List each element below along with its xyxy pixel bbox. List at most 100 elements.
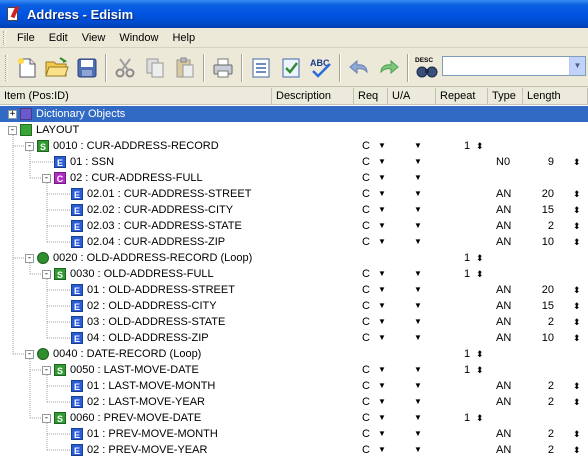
tree-item[interactable]: E 02 : LAST-MOVE-YEAR — [71, 394, 205, 410]
column-header-type[interactable]: Type — [488, 88, 523, 105]
req-dropdown-arrow-icon[interactable]: ▼ — [378, 202, 386, 218]
req-select-value[interactable]: C — [362, 170, 370, 186]
tree-item[interactable]: E 02 : PREV-MOVE-YEAR — [71, 442, 207, 458]
req-dropdown-arrow-icon[interactable]: ▼ — [378, 298, 386, 314]
table-row[interactable]: E 01 : LAST-MOVE-MONTH C ▼ ▼ AN 2 ⬍ — [0, 378, 588, 394]
req-dropdown-arrow-icon[interactable]: ▼ — [378, 266, 386, 282]
tree-item[interactable]: + Dictionary Objects — [8, 106, 125, 122]
menu-view[interactable]: View — [75, 30, 113, 46]
length-spinner-icon[interactable]: ⬍ — [573, 442, 581, 458]
table-row[interactable]: E 02 : OLD-ADDRESS-CITY C ▼ ▼ AN 15 ⬍ — [0, 298, 588, 314]
collapse-icon[interactable]: - — [25, 253, 34, 263]
ua-dropdown-arrow-icon[interactable]: ▼ — [414, 202, 422, 218]
tree-item[interactable]: E 02.02 : CUR-ADDRESS-CITY — [71, 202, 233, 218]
ua-dropdown-arrow-icon[interactable]: ▼ — [414, 362, 422, 378]
ua-dropdown-arrow-icon[interactable]: ▼ — [414, 138, 422, 154]
ua-dropdown-arrow-icon[interactable]: ▼ — [414, 330, 422, 346]
req-dropdown-arrow-icon[interactable]: ▼ — [378, 218, 386, 234]
req-dropdown-arrow-icon[interactable]: ▼ — [378, 410, 386, 426]
req-select-value[interactable]: C — [362, 266, 370, 282]
req-select-value[interactable]: C — [362, 314, 370, 330]
req-select-value[interactable]: C — [362, 202, 370, 218]
table-row[interactable]: E 02 : LAST-MOVE-YEAR C ▼ ▼ AN 2 ⬍ — [0, 394, 588, 410]
repeat-spinner-icon[interactable]: ⬍ — [476, 266, 484, 282]
collapse-icon[interactable]: - — [42, 365, 51, 375]
tree-item[interactable]: E 02.01 : CUR-ADDRESS-STREET — [71, 186, 251, 202]
collapse-icon[interactable]: - — [42, 413, 51, 423]
table-row[interactable]: - S 0060 : PREV-MOVE-DATE C ▼ ▼ 1 ⬍ — [0, 410, 588, 426]
menu-edit[interactable]: Edit — [42, 30, 75, 46]
ua-dropdown-arrow-icon[interactable]: ▼ — [414, 410, 422, 426]
open-button[interactable] — [42, 52, 72, 84]
tree-item[interactable]: - S 0030 : OLD-ADDRESS-FULL — [42, 266, 214, 282]
column-header-length[interactable]: Length — [523, 88, 588, 105]
cut-button[interactable] — [110, 52, 140, 84]
repeat-spinner-icon[interactable]: ⬍ — [476, 362, 484, 378]
req-select-value[interactable]: C — [362, 298, 370, 314]
length-spinner-icon[interactable]: ⬍ — [573, 394, 581, 410]
collapse-icon[interactable]: - — [8, 125, 17, 135]
type-value[interactable]: AN — [496, 282, 511, 298]
copy-button[interactable] — [140, 52, 170, 84]
table-row[interactable]: E 01 : PREV-MOVE-MONTH C ▼ ▼ AN 2 ⬍ — [0, 426, 588, 442]
req-dropdown-arrow-icon[interactable]: ▼ — [378, 282, 386, 298]
req-select-value[interactable]: C — [362, 362, 370, 378]
tree-item[interactable]: - S 0060 : PREV-MOVE-DATE — [42, 410, 201, 426]
length-spinner-icon[interactable]: ⬍ — [573, 330, 581, 346]
ua-dropdown-arrow-icon[interactable]: ▼ — [414, 186, 422, 202]
req-dropdown-arrow-icon[interactable]: ▼ — [378, 170, 386, 186]
tree-item[interactable]: E 03 : OLD-ADDRESS-STATE — [71, 314, 225, 330]
column-header-description[interactable]: Description — [272, 88, 354, 105]
length-value[interactable]: 10 — [528, 330, 554, 346]
length-value[interactable]: 9 — [528, 154, 554, 170]
paste-button[interactable] — [170, 52, 200, 84]
tree-item[interactable]: E 01 : LAST-MOVE-MONTH — [71, 378, 215, 394]
table-row[interactable]: + Dictionary Objects — [0, 106, 588, 122]
ua-dropdown-arrow-icon[interactable]: ▼ — [414, 218, 422, 234]
req-dropdown-arrow-icon[interactable]: ▼ — [378, 442, 386, 458]
tree-item[interactable]: E 01 : PREV-MOVE-MONTH — [71, 426, 218, 442]
table-row[interactable]: E 01 : OLD-ADDRESS-STREET C ▼ ▼ AN 20 ⬍ — [0, 282, 588, 298]
req-select-value[interactable]: C — [362, 218, 370, 234]
length-value[interactable]: 10 — [528, 234, 554, 250]
repeat-value[interactable]: 1 — [464, 266, 470, 282]
new-button[interactable] — [12, 52, 42, 84]
req-select-value[interactable]: C — [362, 186, 370, 202]
menu-file[interactable]: File — [10, 30, 42, 46]
type-value[interactable]: AN — [496, 202, 511, 218]
spellcheck-button[interactable]: ABC — [306, 52, 336, 84]
ua-dropdown-arrow-icon[interactable]: ▼ — [414, 314, 422, 330]
collapse-icon[interactable]: - — [42, 173, 51, 183]
req-dropdown-arrow-icon[interactable]: ▼ — [378, 362, 386, 378]
length-value[interactable]: 2 — [528, 426, 554, 442]
req-select-value[interactable]: C — [362, 234, 370, 250]
repeat-spinner-icon[interactable]: ⬍ — [476, 138, 484, 154]
tree-item[interactable]: E 01 : SSN — [54, 154, 114, 170]
ua-dropdown-arrow-icon[interactable]: ▼ — [414, 170, 422, 186]
tree-item[interactable]: E 04 : OLD-ADDRESS-ZIP — [71, 330, 209, 346]
type-value[interactable]: AN — [496, 442, 511, 458]
list-button[interactable] — [246, 52, 276, 84]
length-spinner-icon[interactable]: ⬍ — [573, 234, 581, 250]
table-row[interactable]: E 02 : PREV-MOVE-YEAR C ▼ ▼ AN 2 ⬍ — [0, 442, 588, 458]
column-header-req[interactable]: Req — [354, 88, 388, 105]
column-header-item[interactable]: Item (Pos:ID) — [0, 88, 272, 105]
length-spinner-icon[interactable]: ⬍ — [573, 426, 581, 442]
collapse-icon[interactable]: - — [42, 269, 51, 279]
req-dropdown-arrow-icon[interactable]: ▼ — [378, 186, 386, 202]
type-value[interactable]: N0 — [496, 154, 510, 170]
descriptions-button[interactable]: DESC — [412, 52, 442, 84]
toolbar-grip[interactable] — [5, 54, 8, 81]
type-value[interactable]: AN — [496, 298, 511, 314]
chevron-down-icon[interactable]: ▼ — [569, 57, 585, 75]
ua-dropdown-arrow-icon[interactable]: ▼ — [414, 394, 422, 410]
req-dropdown-arrow-icon[interactable]: ▼ — [378, 394, 386, 410]
req-select-value[interactable]: C — [362, 410, 370, 426]
length-spinner-icon[interactable]: ⬍ — [573, 154, 581, 170]
type-value[interactable]: AN — [496, 186, 511, 202]
length-spinner-icon[interactable]: ⬍ — [573, 282, 581, 298]
length-spinner-icon[interactable]: ⬍ — [573, 202, 581, 218]
length-spinner-icon[interactable]: ⬍ — [573, 218, 581, 234]
menu-help[interactable]: Help — [165, 30, 202, 46]
length-value[interactable]: 2 — [528, 218, 554, 234]
